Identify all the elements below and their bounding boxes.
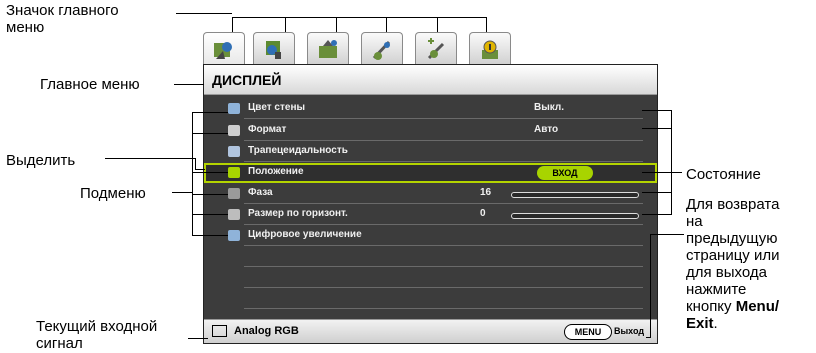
h-size-icon [228, 209, 240, 220]
position-icon [228, 167, 240, 178]
keystone-icon [228, 146, 240, 157]
empty-row [204, 247, 657, 267]
h-size-slider[interactable] [511, 213, 639, 219]
annotation-current-input: Текущий входной сигнал [36, 318, 158, 352]
menu-item-phase[interactable]: Фаза 16 [204, 184, 657, 204]
menu-title: ДИСПЛЕЙ [204, 65, 657, 95]
annotation-main-menu: Главное меню [40, 76, 140, 93]
annotation-highlight: Выделить [6, 152, 76, 169]
menu-item-aspect-ratio[interactable]: Формат Авто [204, 121, 657, 141]
display-tab-icon[interactable] [203, 32, 245, 68]
empty-row [204, 289, 657, 309]
annotation-main-menu-icon: Значок главного меню [6, 2, 119, 36]
information-tab-icon[interactable] [469, 32, 511, 66]
picture-tab-icon[interactable] [253, 32, 295, 66]
input-source-icon [212, 325, 227, 337]
aspect-ratio-icon [228, 125, 240, 136]
menu-item-digital-zoom[interactable]: Цифровое увеличение [204, 226, 657, 246]
empty-row [204, 268, 657, 288]
advanced-setup-tab-icon[interactable] [415, 32, 457, 66]
menu-tabs [203, 32, 515, 68]
menu-item-h-size[interactable]: Размер по горизонт. 0 [204, 205, 657, 225]
source-tab-icon[interactable] [307, 32, 349, 66]
exit-label: Выход [614, 326, 645, 336]
menu-exit-button[interactable]: MENU [564, 324, 612, 340]
annotation-status: Состояние [686, 166, 761, 183]
menu-item-keystone[interactable]: Трапецеидальность [204, 142, 657, 162]
main-menu-screen: ДИСПЛЕЙ Цвет стены Выкл. Формат Авто Тра… [203, 64, 658, 344]
system-setup-tab-icon[interactable] [361, 32, 403, 66]
menu-item-wall-color[interactable]: Цвет стены Выкл. [204, 99, 657, 119]
wall-color-icon [228, 103, 240, 114]
phase-slider[interactable] [511, 192, 639, 198]
menu-bottom-bar: Analog RGB MENU Выход [204, 319, 657, 343]
enter-button[interactable]: ВХОД [537, 166, 593, 180]
annotation-back-hint: Для возврата на предыдущую страницу или … [686, 196, 780, 332]
phase-icon [228, 188, 240, 199]
annotation-submenu: Подменю [80, 185, 146, 202]
current-input-source: Analog RGB [234, 325, 299, 337]
digital-zoom-icon [228, 230, 240, 241]
menu-item-position[interactable]: Положение ВХОД [204, 163, 657, 183]
